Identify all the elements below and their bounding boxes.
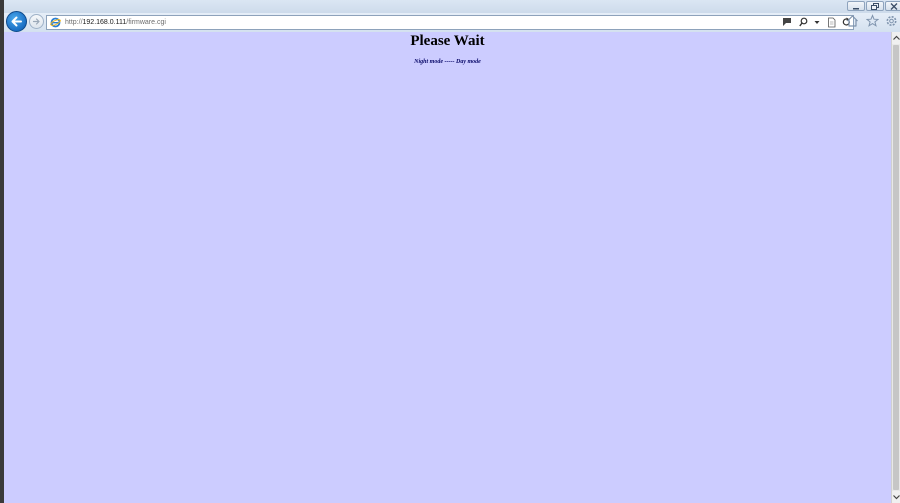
close-icon [890,3,898,10]
ie-logo-icon [50,17,61,28]
browser-command-icons [844,14,898,32]
mode-status-text: Night mode ----- Day mode [414,59,481,65]
restore-icon [871,3,879,10]
browser-window: http://192.168.0.111/firmware.cgi Please… [0,0,900,503]
minimize-icon [853,8,859,10]
scroll-thumb[interactable] [893,45,899,490]
page-content: Please Wait Night mode ----- Day mode [4,32,891,503]
arrow-left-icon [11,16,22,27]
page-title: Please Wait [410,33,485,49]
page-icon[interactable] [827,17,836,28]
address-bar[interactable]: http://192.168.0.111/firmware.cgi [46,15,854,30]
back-button[interactable] [6,11,27,32]
address-tools [780,17,851,28]
close-button[interactable] [885,1,900,11]
chevron-up-icon [893,35,900,40]
home-icon[interactable] [846,14,859,28]
minimize-button[interactable] [847,1,865,11]
url-path: /firmware.cgi [126,19,166,26]
arrow-right-icon [32,18,40,25]
star-icon[interactable] [865,14,879,28]
url-host: 192.168.0.111 [82,19,127,26]
title-bar [4,0,900,13]
chevron-down-icon[interactable] [814,17,820,28]
restore-button[interactable] [866,1,884,11]
chevron-down-icon [893,495,900,500]
scroll-up-button[interactable] [892,32,900,44]
gear-icon[interactable] [885,14,898,28]
vertical-scrollbar[interactable] [891,32,900,503]
url-text[interactable]: http://192.168.0.111/firmware.cgi [65,17,166,28]
forward-button[interactable] [29,14,44,29]
url-scheme: http:// [65,19,83,26]
compatibility-view-icon[interactable] [782,17,792,28]
scroll-down-button[interactable] [892,491,900,503]
navigation-bar: http://192.168.0.111/firmware.cgi [4,11,900,33]
search-icon[interactable] [798,17,808,28]
